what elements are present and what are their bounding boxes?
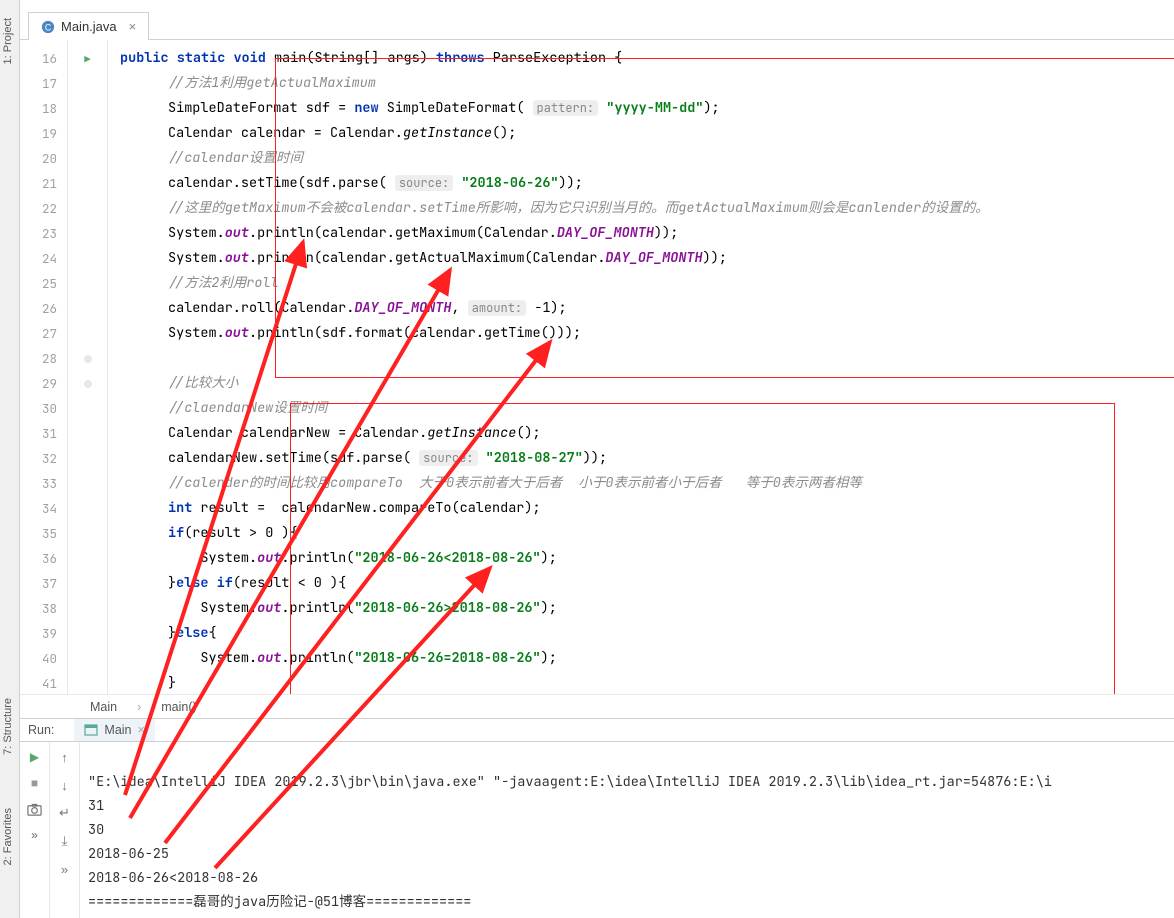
console-output[interactable]: "E:\idea\IntelliJ IDEA 2019.2.3\jbr\bin\… [80,742,1174,918]
code-text-area[interactable]: public static void main(String[] args) t… [108,40,1174,718]
up-icon[interactable]: ↑ [56,748,74,766]
run-label: Run: [28,723,54,737]
run-header: Run: Main × [20,719,1174,742]
close-tab-icon[interactable]: × [129,19,137,34]
run-gutter-icon[interactable]: ▶ [84,46,91,71]
file-tab-main-java[interactable]: C Main.java × [28,12,149,40]
more-icon[interactable]: » [56,860,74,878]
editor-area: 1617181920212223242526272829303132333435… [20,40,1174,718]
svg-text:C: C [45,22,51,32]
console-command-line: "E:\idea\IntelliJ IDEA 2019.2.3\jbr\bin\… [88,773,1052,791]
run-tab-icon [84,723,98,737]
more-actions-icon[interactable]: » [26,826,44,844]
marker-gutter: ▶ [68,40,108,718]
console-line: =============磊哥的java历险记-@51博客===========… [88,893,471,911]
screenshot-button[interactable] [26,800,44,818]
run-config-tab[interactable]: Main × [74,719,154,741]
project-tool-tab[interactable]: 1: Project [0,10,16,72]
structure-tool-tab[interactable]: 7: Structure [0,690,16,763]
rerun-button[interactable]: ▶ [26,748,44,766]
favorites-tool-tab[interactable]: 2: Favorites [0,800,16,873]
editor-tab-bar: C Main.java × [20,0,1174,40]
run-toolbar-2: ↑ ↓ ↵ ⤓ » [50,742,80,918]
breadcrumb-method[interactable]: main() [161,700,196,714]
close-run-tab-icon[interactable]: × [138,723,145,737]
left-tool-sidebar: 1: Project 7: Structure 2: Favorites [0,0,20,918]
console-line: 2018-06-26<2018-08-26 [88,869,258,887]
run-toolbar-left: ▶ ■ » [20,742,50,918]
down-icon[interactable]: ↓ [56,776,74,794]
breadcrumb-separator-icon: › [137,700,141,714]
fold-marker-icon[interactable] [84,380,92,388]
console-line: 30 [88,821,104,839]
java-class-icon: C [41,20,55,34]
soft-wrap-icon[interactable]: ↵ [56,804,74,822]
camera-icon [27,802,42,817]
breadcrumb-class[interactable]: Main [90,700,117,714]
file-tab-label: Main.java [61,19,117,34]
console-line: 31 [88,797,104,815]
stop-button[interactable]: ■ [26,774,44,792]
scroll-to-end-icon[interactable]: ⤓ [56,832,74,850]
run-tool-window: Run: Main × ▶ ■ » ↑ ↓ ↵ ⤓ » "E:\idea\Int… [20,718,1174,918]
breadcrumb-bar: Main › main() [20,694,1174,718]
line-number-gutter: 1617181920212223242526272829303132333435… [20,40,68,718]
fold-marker-icon[interactable] [84,355,92,363]
console-line: 2018-06-25 [88,845,169,863]
run-tab-label: Main [104,723,131,737]
